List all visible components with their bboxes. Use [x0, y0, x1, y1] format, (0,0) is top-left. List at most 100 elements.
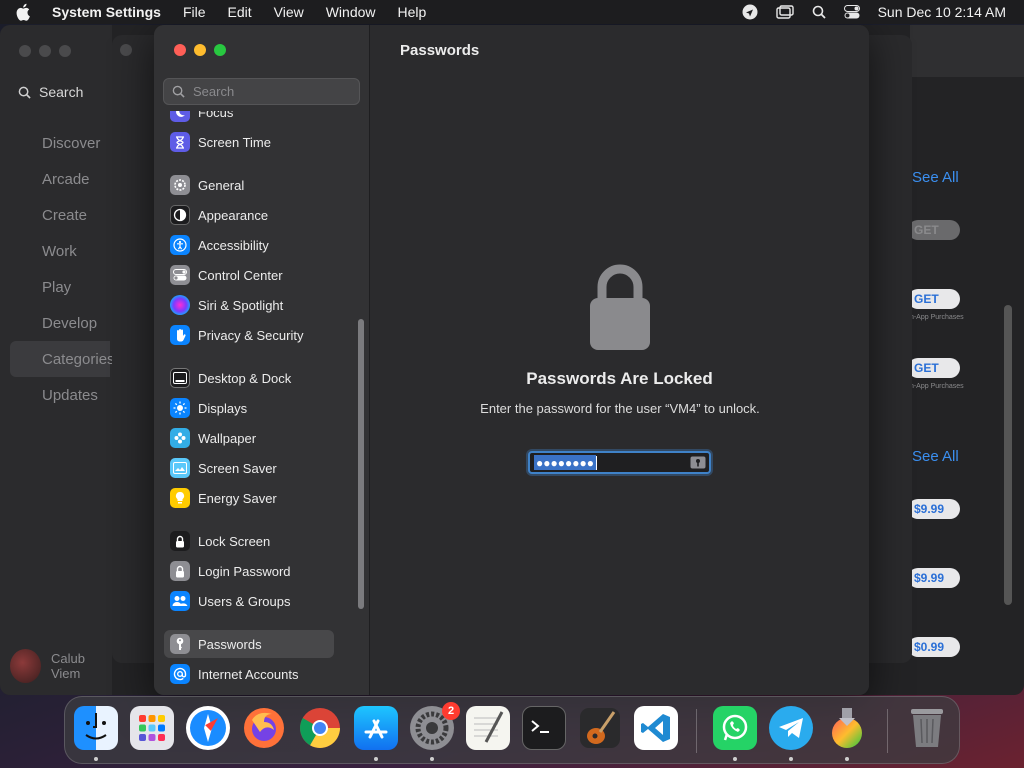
dock-telegram-icon[interactable]: [769, 706, 813, 750]
app-store-nav-discover[interactable]: Discover: [10, 125, 110, 161]
app-store-close-button[interactable]: [19, 45, 31, 57]
sidebar-item-screen-time[interactable]: Screen Time: [164, 128, 344, 156]
dock-finder-icon[interactable]: [74, 706, 118, 750]
app-store-zoom-button[interactable]: [59, 45, 71, 57]
zoom-button[interactable]: [214, 44, 226, 56]
dock-running-indicator: [733, 757, 737, 761]
app-store-nav-work[interactable]: Work: [10, 233, 110, 269]
dock-trash-icon[interactable]: [905, 706, 949, 750]
app-store-nav-develop[interactable]: Develop: [10, 305, 110, 341]
minimize-button[interactable]: [194, 44, 206, 56]
dock-separator: [696, 709, 697, 753]
control-center-icon[interactable]: [843, 5, 860, 19]
sidebar-item-label: Screen Saver: [198, 460, 277, 476]
dock-running-indicator: [789, 757, 793, 761]
sidebar-item-siri-spotlight[interactable]: Siri & Spotlight: [164, 291, 344, 319]
sidebar-item-control-center[interactable]: Control Center: [164, 261, 344, 289]
dock-separator: [887, 709, 888, 753]
avatar: [10, 649, 41, 683]
sidebar-item-label: Accessibility: [198, 237, 269, 253]
app-store-nav-arcade[interactable]: Arcade: [10, 161, 110, 197]
app-store-nav-create[interactable]: Create: [10, 197, 110, 233]
sidebar-item-passwords[interactable]: Passwords: [164, 630, 334, 658]
price-button-1[interactable]: $9.99: [908, 499, 960, 519]
background-close-button[interactable]: [120, 44, 132, 56]
lock-icon: [170, 531, 190, 551]
sidebar-item-internet-accounts[interactable]: Internet Accounts: [164, 660, 344, 688]
menu-app-name[interactable]: System Settings: [52, 4, 161, 20]
dock-app-store-icon[interactable]: [354, 706, 398, 750]
location-icon[interactable]: [742, 4, 758, 20]
settings-search-input[interactable]: [193, 84, 353, 99]
dock-chrome-icon[interactable]: [298, 706, 342, 750]
nav-label: Updates: [42, 386, 98, 404]
nav-label: Discover: [42, 134, 101, 152]
see-all-link-1[interactable]: See All: [912, 169, 959, 186]
sidebar-item-energy-saver[interactable]: Energy Saver: [164, 484, 344, 512]
dock-garageband-icon[interactable]: [578, 706, 622, 750]
get-button-1[interactable]: GET: [908, 220, 960, 240]
app-store-scrollbar[interactable]: [1004, 305, 1012, 605]
price-button-3[interactable]: $0.99: [908, 637, 960, 657]
dock-safari-icon[interactable]: [186, 706, 230, 750]
close-button[interactable]: [174, 44, 186, 56]
sidebar-item-users-groups[interactable]: Users & Groups: [164, 587, 344, 615]
dock-vscode-icon[interactable]: [634, 706, 678, 750]
password-field[interactable]: ●●●●●●●●: [528, 451, 711, 474]
sidebar-item-focus[interactable]: Focus: [164, 111, 344, 126]
apple-menu-icon[interactable]: [16, 3, 38, 21]
sidebar-item-appearance[interactable]: Appearance: [164, 201, 344, 229]
sidebar-item-displays[interactable]: Displays: [164, 394, 344, 422]
keychain-key-icon[interactable]: [690, 456, 706, 474]
sidebar-item-privacy-security[interactable]: Privacy & Security: [164, 321, 344, 349]
lightbulb-icon: [170, 488, 190, 508]
get-button-3[interactable]: GET: [908, 358, 960, 378]
dock-whatsapp-icon[interactable]: [713, 706, 757, 750]
sidebar-item-wallpaper[interactable]: Wallpaper: [164, 424, 344, 452]
app-store-account[interactable]: Calub Viem: [10, 649, 112, 683]
get-button-2[interactable]: GET: [908, 289, 960, 309]
search-icon: [18, 86, 31, 99]
settings-search[interactable]: [163, 78, 360, 105]
lock-icon: [170, 561, 190, 581]
app-store-nav-categories[interactable]: Categories: [10, 341, 115, 377]
large-lock-icon: [588, 262, 652, 357]
dock-running-indicator: [374, 757, 378, 761]
dock-running-indicator: [94, 757, 98, 761]
sidebar-item-accessibility[interactable]: Accessibility: [164, 231, 344, 259]
sidebar-item-label: Lock Screen: [198, 533, 271, 549]
see-all-link-2[interactable]: See All: [912, 448, 959, 465]
price-button-2[interactable]: $9.99: [908, 568, 960, 588]
dock-installer-icon[interactable]: [825, 706, 869, 750]
sidebar-item-lock-screen[interactable]: Lock Screen: [164, 527, 344, 555]
sidebar-item-label: Desktop & Dock: [198, 370, 292, 386]
sidebar-item-desktop-dock[interactable]: Desktop & Dock: [164, 364, 344, 392]
menu-file[interactable]: File: [183, 4, 206, 20]
dock-textedit-icon[interactable]: [466, 706, 510, 750]
dock-system-settings-icon[interactable]: 2: [410, 702, 460, 750]
sidebar-item-general[interactable]: General: [164, 171, 344, 199]
search-icon: [172, 85, 185, 98]
dock-firefox-icon[interactable]: [242, 706, 286, 750]
sidebar-scrollbar[interactable]: [358, 319, 364, 609]
sidebar-item-label: Passwords: [198, 636, 262, 652]
sidebar-item-login-password[interactable]: Login Password: [164, 557, 344, 585]
sidebar-item-label: Appearance: [198, 207, 269, 223]
app-store-search[interactable]: Search: [10, 79, 110, 105]
sidebar-item-screen-saver[interactable]: Screen Saver: [164, 454, 344, 482]
dock-terminal-icon[interactable]: [522, 706, 566, 750]
app-store-nav: Discover Arcade Create Work Play Develop…: [10, 125, 115, 413]
menu-edit[interactable]: Edit: [228, 4, 252, 20]
screen-mirroring-icon[interactable]: [775, 5, 794, 19]
menu-window[interactable]: Window: [326, 4, 376, 20]
app-store-nav-updates[interactable]: Updates: [10, 377, 110, 413]
gear-icon: [170, 175, 190, 195]
menu-help[interactable]: Help: [398, 4, 427, 20]
menu-view[interactable]: View: [274, 4, 304, 20]
siri-icon: [170, 295, 190, 315]
app-store-minimize-button[interactable]: [39, 45, 51, 57]
dock-launchpad-icon[interactable]: [130, 706, 174, 750]
menu-bar-clock[interactable]: Sun Dec 10 2:14 AM: [878, 4, 1006, 20]
spotlight-search-icon[interactable]: [812, 5, 826, 19]
app-store-nav-play[interactable]: Play: [10, 269, 110, 305]
